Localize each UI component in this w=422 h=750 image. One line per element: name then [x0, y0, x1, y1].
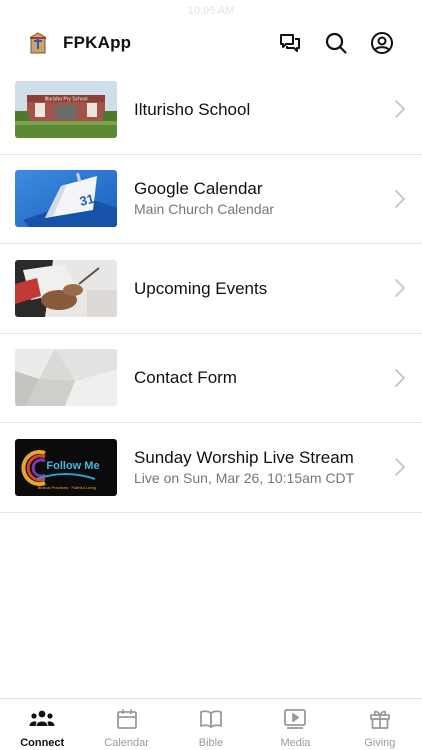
- profile-icon[interactable]: [370, 31, 394, 55]
- paper-photo: [15, 349, 117, 407]
- list-item-title: Upcoming Events: [134, 278, 268, 298]
- tab-label: Giving: [364, 737, 396, 749]
- chat-icon[interactable]: [278, 31, 302, 55]
- follow-me-subtitle: Biblical Practices · Faithful Living: [38, 485, 96, 490]
- tab-bar: Connect Calendar Bible Media Giving: [0, 698, 422, 750]
- tab-label: Connect: [20, 737, 65, 749]
- connect-list: Ilturisho Pry School Ilturisho School 31…: [0, 65, 422, 513]
- tab-connect[interactable]: Connect: [0, 699, 84, 750]
- status-bar: 10:05 AM: [0, 0, 422, 22]
- gift-icon: [367, 707, 393, 731]
- list-item-text: Contact Form: [134, 367, 422, 388]
- tab-bible[interactable]: Bible: [169, 699, 253, 750]
- calendar-icon: [114, 707, 140, 731]
- list-item-contact-form[interactable]: Contact Form: [0, 334, 422, 423]
- list-item-sunday-worship[interactable]: Follow Me Biblical Practices · Faithful …: [0, 423, 422, 513]
- chevron-right-icon: [395, 100, 405, 119]
- chevron-right-icon: [395, 368, 405, 387]
- chevron-right-icon: [395, 279, 405, 298]
- tab-label: Calendar: [104, 737, 149, 749]
- list-item-text: Sunday Worship Live Stream Live on Sun, …: [134, 447, 422, 488]
- header-actions: [278, 31, 406, 55]
- tab-calendar[interactable]: Calendar: [84, 699, 168, 750]
- list-item-upcoming-events[interactable]: Upcoming Events: [0, 244, 422, 334]
- list-item-subtitle: Live on Sun, Mar 26, 10:15am CDT: [134, 469, 355, 486]
- school-photo: Ilturisho Pry School: [15, 80, 117, 138]
- list-item-title: Contact Form: [134, 368, 237, 388]
- list-item-title: Sunday Worship Live Stream: [134, 447, 354, 467]
- tab-giving[interactable]: Giving: [338, 699, 422, 750]
- follow-me-title: Follow Me: [46, 460, 99, 472]
- tab-media[interactable]: Media: [253, 699, 337, 750]
- list-item-ilturisho-school[interactable]: Ilturisho Pry School Ilturisho School: [0, 65, 422, 155]
- status-time: 10:05 AM: [187, 5, 235, 17]
- follow-me-graphic: Follow Me Biblical Practices · Faithful …: [15, 438, 117, 496]
- app-logo-icon: [26, 31, 50, 55]
- tab-label: Bible: [198, 737, 224, 749]
- media-icon: [282, 707, 308, 731]
- search-icon[interactable]: [324, 31, 348, 55]
- tab-label: Media: [280, 737, 311, 749]
- app-title: FPKApp: [63, 33, 132, 52]
- list-item-subtitle: Main Church Calendar: [134, 201, 275, 218]
- calendar-graphic: 31: [15, 170, 117, 228]
- list-item-title: Google Calendar: [134, 179, 263, 199]
- bible-icon: [198, 707, 224, 731]
- list-item-text: Ilturisho School: [134, 99, 422, 120]
- list-item-text: Google Calendar Main Church Calendar: [134, 178, 422, 219]
- school-sign-text: Ilturisho Pry School: [44, 96, 87, 102]
- chevron-right-icon: [395, 458, 405, 477]
- connect-icon: [29, 707, 55, 731]
- list-item-title: Ilturisho School: [134, 99, 251, 119]
- chevron-right-icon: [395, 189, 405, 208]
- writing-photo: [15, 259, 117, 317]
- list-item-text: Upcoming Events: [134, 278, 422, 299]
- list-item-google-calendar[interactable]: 31 Google Calendar Main Church Calendar: [0, 155, 422, 244]
- app-header: FPKApp: [0, 22, 422, 64]
